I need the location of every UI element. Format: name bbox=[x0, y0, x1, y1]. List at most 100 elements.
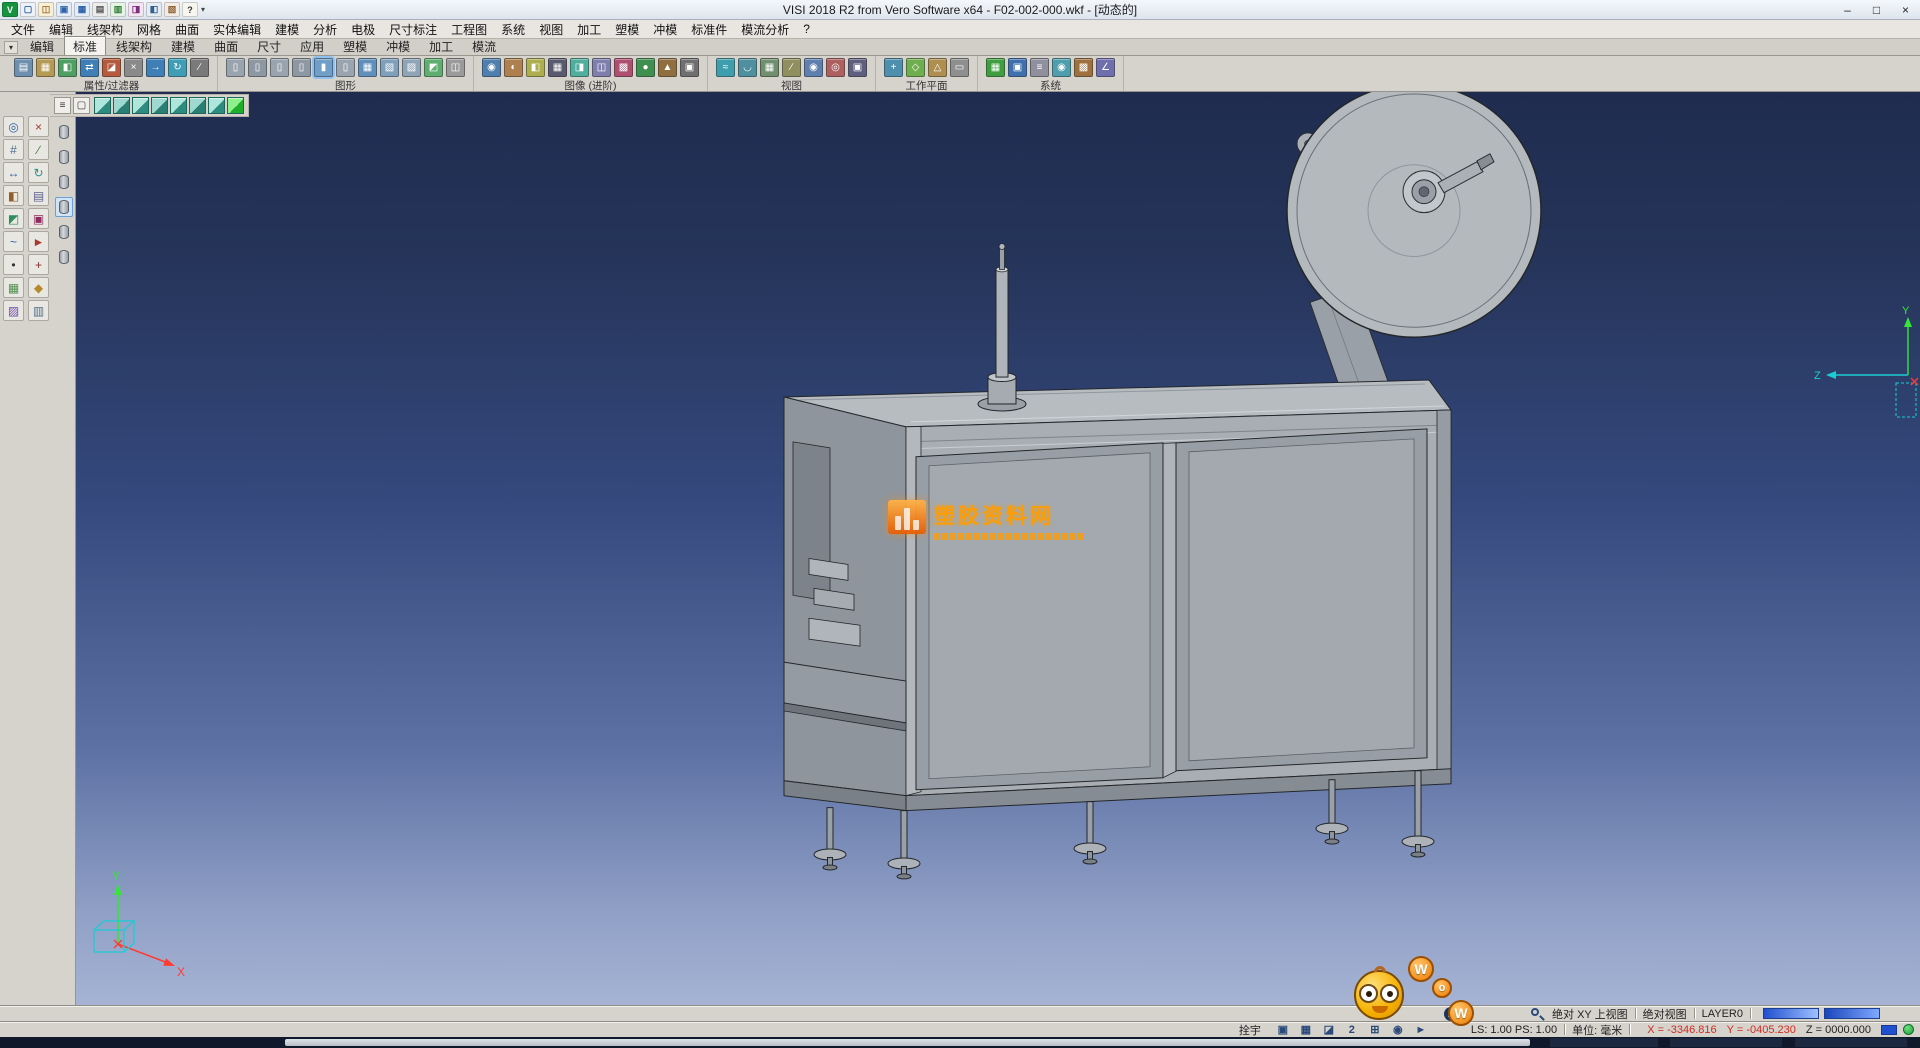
menu-standard-parts[interactable]: 标准件 bbox=[684, 21, 734, 38]
layer-manager-icon[interactable]: ▧ bbox=[164, 2, 180, 17]
menu-mesh[interactable]: 网格 bbox=[130, 21, 168, 38]
clipboard-icon[interactable]: ▥ bbox=[28, 300, 49, 321]
sketch-view-icon[interactable]: ∕ bbox=[782, 58, 801, 77]
menu-help[interactable]: ? bbox=[796, 22, 817, 36]
multi-viewport-icon[interactable]: ◫ bbox=[446, 58, 465, 77]
reflection-icon[interactable]: ◨ bbox=[570, 58, 589, 77]
camera-view-icon[interactable]: ▣ bbox=[848, 58, 867, 77]
search-icon[interactable] bbox=[1530, 1007, 1544, 1021]
tab-dimension[interactable]: 尺寸 bbox=[248, 36, 290, 55]
move-filter-icon[interactable]: → bbox=[146, 58, 165, 77]
right-view-icon[interactable] bbox=[170, 97, 187, 114]
badge-2[interactable]: 2 bbox=[1344, 1023, 1360, 1037]
plot-preview-icon[interactable]: ▥ bbox=[110, 2, 126, 17]
cube-axes-icon[interactable]: ⊞ bbox=[1367, 1023, 1383, 1037]
absolute-view-label[interactable]: 绝对视图 bbox=[1643, 1006, 1687, 1022]
monitor-icon[interactable]: ▣ bbox=[1275, 1023, 1291, 1037]
sketch-line-icon[interactable]: ∕ bbox=[28, 139, 49, 160]
save-all-icon[interactable]: ▦ bbox=[74, 2, 90, 17]
axis-icon[interactable]: + bbox=[28, 254, 49, 275]
save-icon[interactable]: ▣ bbox=[56, 2, 72, 17]
menu-wireframe[interactable]: 线架构 bbox=[80, 21, 130, 38]
material-icon[interactable]: ◐ bbox=[504, 58, 523, 77]
menu-electrode[interactable]: 电极 bbox=[344, 21, 382, 38]
back-view-icon[interactable] bbox=[132, 97, 149, 114]
bookmark-icon[interactable]: ◆ bbox=[28, 277, 49, 298]
zoom-previous-icon[interactable]: ▯ bbox=[292, 58, 311, 77]
animation-icon[interactable]: ▲ bbox=[658, 58, 677, 77]
left-view-icon[interactable] bbox=[151, 97, 168, 114]
filter-surfaces-icon[interactable] bbox=[55, 197, 73, 217]
lighting-icon[interactable]: ◧ bbox=[526, 58, 545, 77]
calculator-icon[interactable]: ≡ bbox=[1030, 58, 1049, 77]
tab-surface[interactable]: 曲面 bbox=[205, 36, 247, 55]
top-view-icon[interactable] bbox=[189, 97, 206, 114]
grid-view-icon[interactable]: ▦ bbox=[760, 58, 779, 77]
menu-flow-analysis[interactable]: 模流分析 bbox=[734, 21, 796, 38]
display-settings-icon[interactable]: ▣ bbox=[1008, 58, 1027, 77]
colour-table-icon[interactable]: ▦ bbox=[986, 58, 1005, 77]
tab-wireframe[interactable]: 线架构 bbox=[107, 36, 161, 55]
menu-progress-die[interactable]: 冲模 bbox=[646, 21, 684, 38]
curve-icon[interactable]: ~ bbox=[3, 231, 24, 252]
note-icon[interactable]: ▣ bbox=[28, 208, 49, 229]
fill-icon[interactable]: ◩ bbox=[3, 208, 24, 229]
menu-analysis[interactable]: 分析 bbox=[306, 21, 344, 38]
rotate-icon[interactable]: ↻ bbox=[28, 162, 49, 183]
quick-pen-icon[interactable]: ∕ bbox=[190, 58, 209, 77]
filter-points-icon[interactable] bbox=[55, 147, 73, 167]
filter-annotations-icon[interactable] bbox=[55, 247, 73, 267]
view-list-icon[interactable]: ≡ bbox=[54, 97, 71, 114]
redraw-icon[interactable]: ▯ bbox=[226, 58, 245, 77]
matrix-icon[interactable]: ▩ bbox=[1074, 58, 1093, 77]
tab-machining[interactable]: 加工 bbox=[420, 36, 462, 55]
tab-application[interactable]: 应用 bbox=[291, 36, 333, 55]
menu-surface[interactable]: 曲面 bbox=[168, 21, 206, 38]
filter-all-icon[interactable] bbox=[55, 122, 73, 142]
view-mode-label[interactable]: 绝对 XY 上视图 bbox=[1552, 1006, 1628, 1022]
filter-solids-icon[interactable] bbox=[55, 222, 73, 242]
hidden-line-icon[interactable]: ▨ bbox=[402, 58, 421, 77]
menu-dimension[interactable]: 尺寸标注 bbox=[382, 21, 444, 38]
tab-overflow-caret[interactable]: ▾ bbox=[4, 41, 18, 54]
menu-system[interactable]: 系统 bbox=[494, 21, 532, 38]
minimize-button[interactable]: – bbox=[1833, 0, 1862, 19]
point-icon[interactable]: • bbox=[3, 254, 24, 275]
tab-modeling[interactable]: 建模 bbox=[162, 36, 204, 55]
menu-view[interactable]: 视图 bbox=[532, 21, 570, 38]
auto-badge[interactable]: A bbox=[1444, 1007, 1458, 1021]
menu-solid-edit[interactable]: 实体编辑 bbox=[206, 21, 268, 38]
tab-progress-die[interactable]: 冲模 bbox=[377, 36, 419, 55]
cut-entities-icon[interactable]: × bbox=[124, 58, 143, 77]
move-icon[interactable]: ↔ bbox=[3, 162, 24, 183]
grid-snap-icon[interactable]: # bbox=[3, 139, 24, 160]
layer-label[interactable]: LAYER0 bbox=[1702, 1008, 1743, 1020]
snap-toggle[interactable]: 拴宇 bbox=[1239, 1022, 1261, 1038]
menu-drafting[interactable]: 工程图 bbox=[444, 21, 494, 38]
curvature-view-icon[interactable]: ◡ bbox=[738, 58, 757, 77]
focus-view-icon[interactable]: ◎ bbox=[826, 58, 845, 77]
pointer-icon[interactable]: ► bbox=[1413, 1023, 1429, 1037]
workplane-standard-icon[interactable]: + bbox=[884, 58, 903, 77]
layers-icon[interactable]: ▤ bbox=[28, 185, 49, 206]
shaded-view-icon[interactable] bbox=[227, 97, 244, 114]
ruler-icon[interactable]: ∠ bbox=[1096, 58, 1115, 77]
visibility-icon[interactable]: ◉ bbox=[804, 58, 823, 77]
rotate-view-icon[interactable]: ▯ bbox=[336, 58, 355, 77]
zoom-select-icon[interactable]: ◎ bbox=[3, 116, 24, 137]
bottom-view-icon[interactable] bbox=[208, 97, 225, 114]
colour-filter-icon[interactable]: ◧ bbox=[58, 58, 77, 77]
maximize-button[interactable]: □ bbox=[1862, 0, 1891, 19]
zoom-window-icon[interactable]: ▯ bbox=[270, 58, 289, 77]
new-viewport-icon[interactable]: ▢ bbox=[73, 97, 90, 114]
workplane-view-icon[interactable]: ▭ bbox=[950, 58, 969, 77]
zoom-extents-icon[interactable]: ▯ bbox=[248, 58, 267, 77]
screen-capture-icon[interactable]: ◧ bbox=[146, 2, 162, 17]
copy-view-icon[interactable]: ◨ bbox=[128, 2, 144, 17]
new-file-icon[interactable]: ▢ bbox=[20, 2, 36, 17]
tab-mould[interactable]: 塑模 bbox=[334, 36, 376, 55]
globe-icon[interactable]: ◉ bbox=[1052, 58, 1071, 77]
menu-modeling[interactable]: 建模 bbox=[268, 21, 306, 38]
workplane-3point-icon[interactable]: ◇ bbox=[906, 58, 925, 77]
3d-viewport[interactable]: 塑胶资料网 Y X bbox=[76, 92, 1920, 1005]
